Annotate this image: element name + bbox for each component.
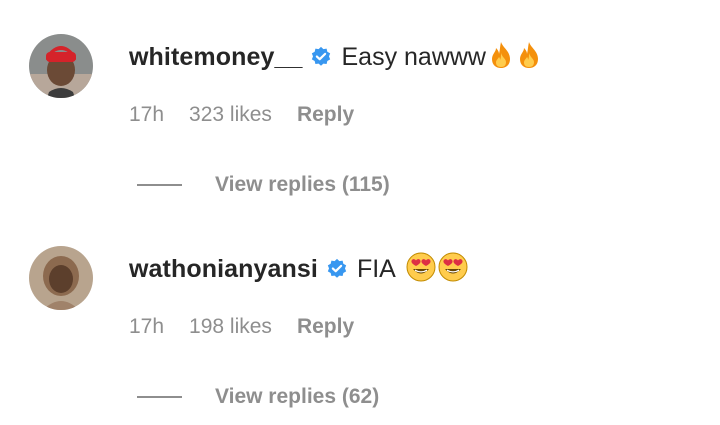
fire-emoji xyxy=(516,41,542,74)
username[interactable]: whitemoney__ xyxy=(129,43,302,72)
verified-badge-icon xyxy=(310,46,332,68)
comment-text: FIA xyxy=(356,254,396,283)
reply-button[interactable]: Reply xyxy=(297,315,354,339)
comment-text: Easy nawww xyxy=(341,42,486,71)
verified-badge-icon xyxy=(326,258,348,280)
heart-eyes-emoji xyxy=(438,252,468,287)
likes-count[interactable]: 198 likes xyxy=(189,315,272,339)
username[interactable]: wathonianyansi xyxy=(129,255,318,284)
view-replies-label[interactable]: View replies (62) xyxy=(215,385,379,409)
view-replies-button[interactable]: View replies (62) xyxy=(137,384,379,410)
comment: wathonianyansi FIA 17h 198 likes Reply V… xyxy=(0,210,720,425)
view-replies-button[interactable]: View replies (115) xyxy=(137,172,390,198)
avatar[interactable] xyxy=(29,246,93,310)
replies-divider xyxy=(137,184,182,186)
replies-divider xyxy=(137,396,182,398)
likes-count[interactable]: 323 likes xyxy=(189,103,272,127)
heart-eyes-emoji xyxy=(406,252,436,287)
fire-emoji xyxy=(488,41,514,74)
comment: whitemoney__ Easy nawww 17h 323 likes Re… xyxy=(0,0,720,210)
avatar[interactable] xyxy=(29,34,93,98)
view-replies-label[interactable]: View replies (115) xyxy=(215,173,390,197)
comment-timestamp[interactable]: 17h xyxy=(129,103,164,127)
reply-button[interactable]: Reply xyxy=(297,103,354,127)
comment-timestamp[interactable]: 17h xyxy=(129,315,164,339)
